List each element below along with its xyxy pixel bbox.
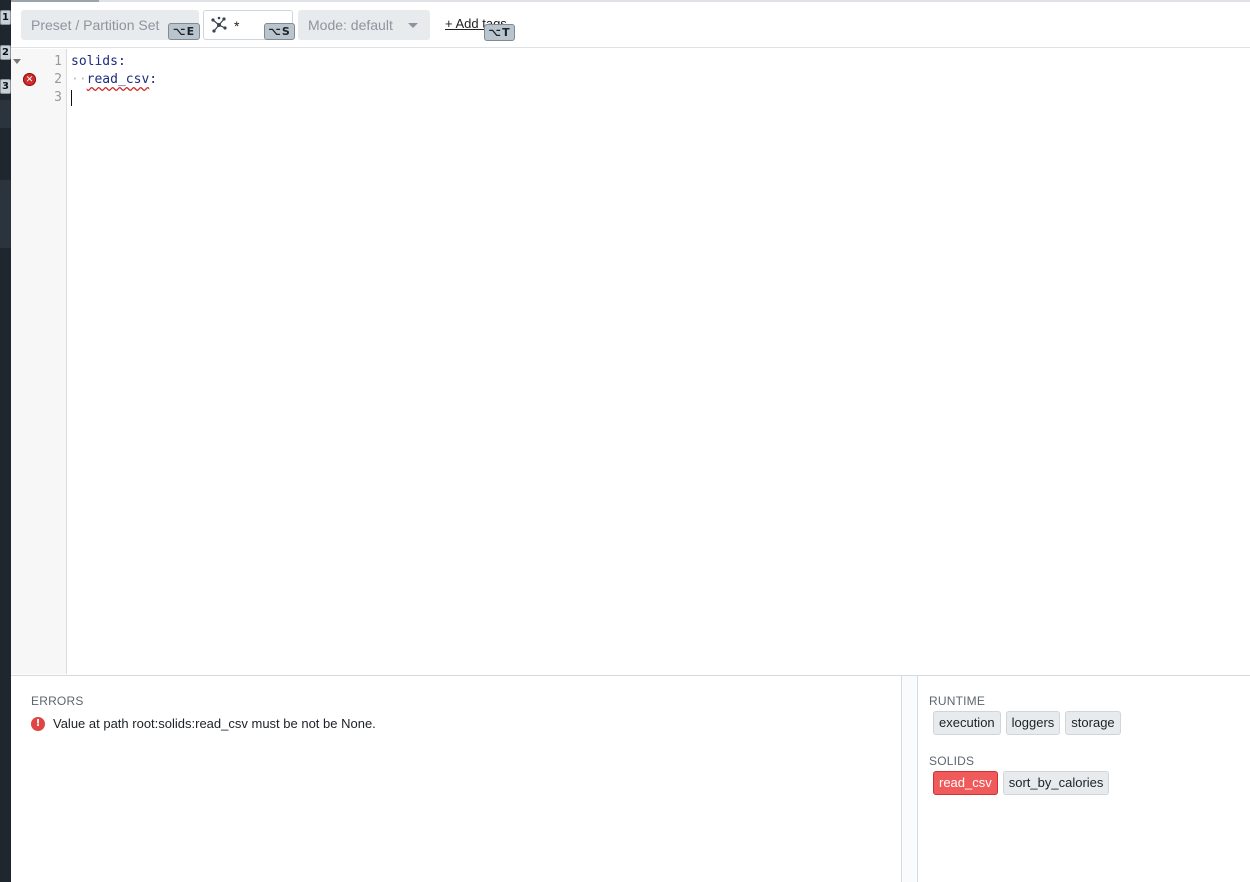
shortcut-badge-tags: ⌥T xyxy=(484,24,515,41)
solids-chips: read_csv sort_by_calories xyxy=(933,771,1110,795)
text-cursor xyxy=(71,90,72,106)
whitespace-marker: ·· xyxy=(71,72,87,87)
yaml-editor[interactable]: ✕ 1 2 3 solids: ··read_csv: xyxy=(11,49,1250,674)
chip-loggers[interactable]: loggers xyxy=(1005,711,1061,735)
panel-divider[interactable] xyxy=(901,676,918,882)
shortcut-badge-selector: ⌥S xyxy=(264,23,295,40)
solids-title: SOLIDS xyxy=(929,754,975,768)
code-colon: : xyxy=(149,72,158,87)
runtime-chips: execution loggers storage xyxy=(933,711,1121,735)
chip-sort-by-calories[interactable]: sort_by_calories xyxy=(1002,771,1110,795)
chevron-down-icon xyxy=(408,23,418,28)
chip-read-csv[interactable]: read_csv xyxy=(933,771,998,795)
keyboard-hint-1: 1 xyxy=(0,10,11,25)
fold-arrow-icon[interactable] xyxy=(13,59,21,64)
rail-block xyxy=(0,100,11,128)
shortcut-badge-preset: ⌥E xyxy=(168,23,200,40)
keyboard-hint-3: 3 xyxy=(0,79,11,94)
code-line-2: ··read_csv: xyxy=(71,72,157,87)
error-item[interactable]: ! Value at path root:solids:read_csv mus… xyxy=(31,716,376,731)
mode-select-label: Mode: default xyxy=(308,17,393,33)
line-number: 3 xyxy=(54,90,62,105)
errors-title: ERRORS xyxy=(31,694,84,708)
line-number: 1 xyxy=(54,54,62,69)
error-icon: ! xyxy=(31,716,45,731)
rail-block xyxy=(0,180,11,248)
code-line-1: solids: xyxy=(71,54,126,69)
error-marker-icon[interactable]: ✕ xyxy=(23,73,36,86)
runtime-title: RUNTIME xyxy=(929,694,986,708)
editor-gutter: ✕ 1 2 3 xyxy=(11,49,67,674)
keyboard-hint-2: 2 xyxy=(0,45,11,60)
error-token: read_csv xyxy=(86,72,150,87)
left-rail: 1 2 3 xyxy=(0,0,11,882)
solid-selector-value: * xyxy=(234,18,240,34)
error-message: Value at path root:solids:read_csv must … xyxy=(53,716,376,731)
mode-select[interactable]: Mode: default xyxy=(298,10,430,40)
line-number: 2 xyxy=(54,72,62,87)
solid-graph-icon xyxy=(211,16,227,33)
chip-storage[interactable]: storage xyxy=(1065,711,1121,735)
validation-panel: ERRORS ! Value at path root:solids:read_… xyxy=(11,675,1250,882)
launchpad-root: 1 2 3 Preset / Partition Set * Mode: def… xyxy=(0,0,1250,882)
chip-execution[interactable]: execution xyxy=(933,711,1001,735)
